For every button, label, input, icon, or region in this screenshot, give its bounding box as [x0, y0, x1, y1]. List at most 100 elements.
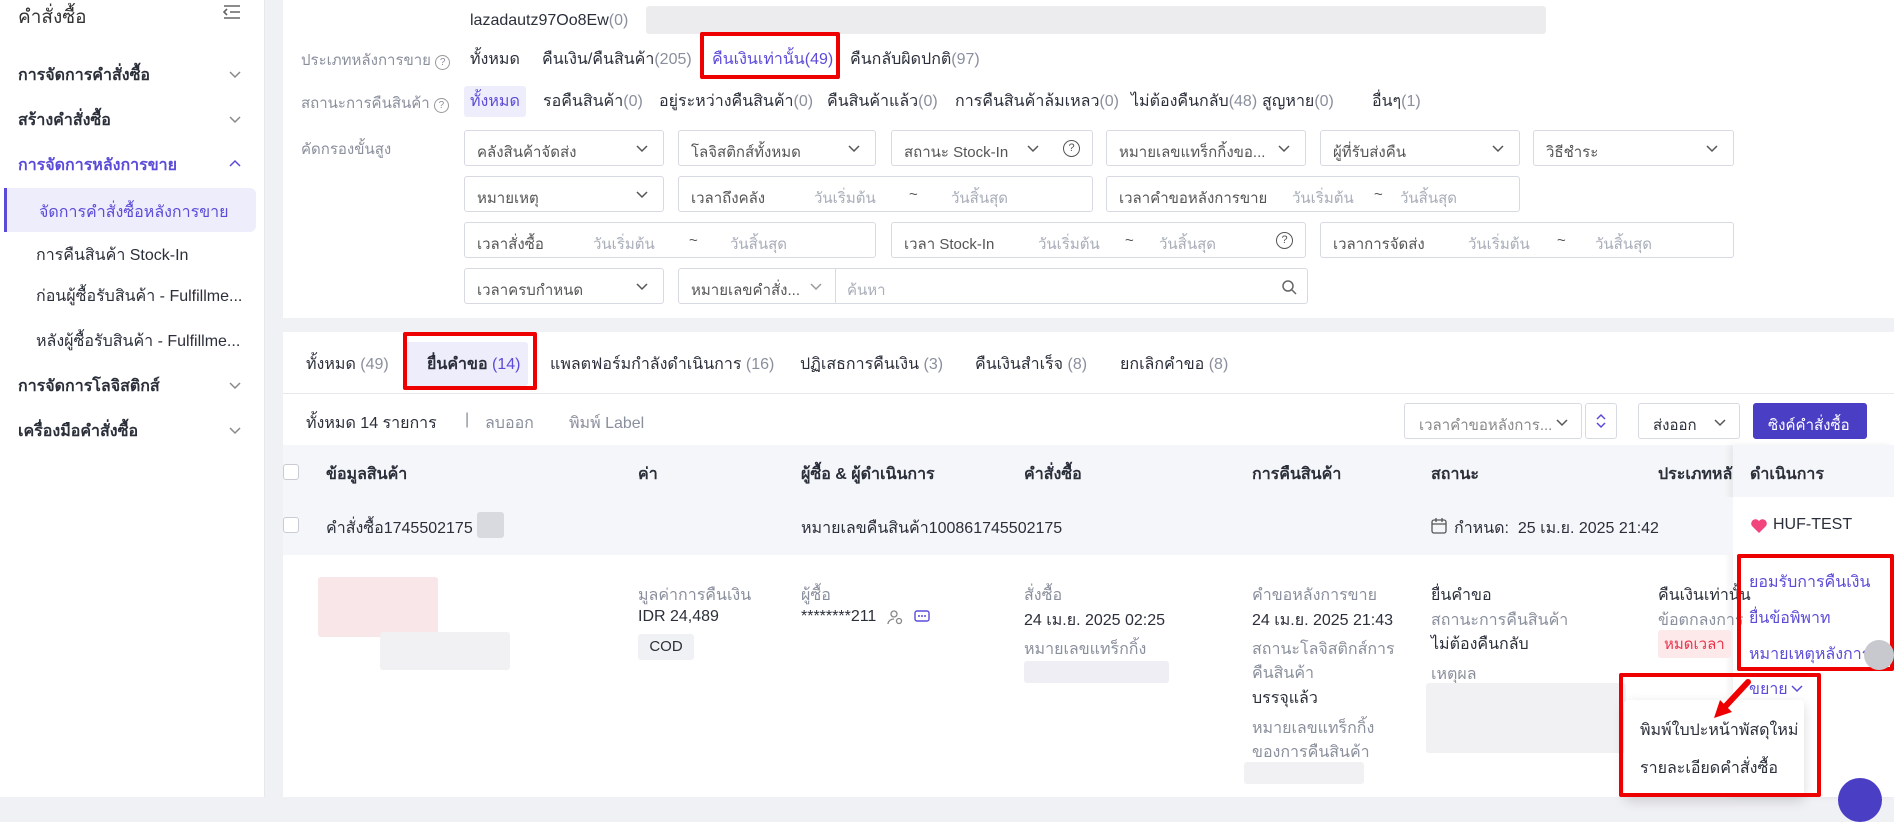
tab-cancelled[interactable]: ยกเลิกคำขอ (8)	[1120, 352, 1228, 377]
warehouse-select[interactable]: คลังสินค้าจัดส่ง	[464, 130, 664, 166]
return-status-lost[interactable]: สูญหาย(0)	[1262, 89, 1334, 114]
tracking-number-select[interactable]: หมายเลขแทร็กกิ้งขอ...	[1106, 130, 1306, 166]
due-date: กำหนด: 25 เม.ย. 2025 21:42	[1454, 520, 1659, 537]
return-number: หมายเลขคืนสินค้า100861745502175	[801, 520, 1063, 537]
chevron-down-icon[interactable]	[809, 279, 823, 293]
blurred-accounts	[646, 6, 1546, 34]
buyer-id: ********211	[801, 608, 877, 625]
chevron-down-icon	[636, 283, 648, 291]
column-header-value: ค่า	[638, 466, 658, 483]
user-settings-icon[interactable]	[887, 609, 903, 625]
scroll-handle[interactable]	[1864, 640, 1894, 670]
chevron-down-icon	[848, 145, 860, 153]
request-time: 24 เม.ย. 2025 21:43	[1252, 612, 1394, 629]
collapse-menu-icon[interactable]	[222, 4, 242, 20]
chevron-down-icon	[1714, 419, 1726, 427]
column-header-product: ข้อมูลสินค้า	[326, 466, 408, 483]
calendar-icon	[1431, 518, 1447, 534]
status-value: ยื่นคำขอ	[1431, 587, 1492, 604]
reason-select[interactable]: หมายเหตุ	[464, 176, 664, 212]
sidebar-item-after-sales-orders[interactable]: จัดการคำสั่งซื้อหลังการขาย	[4, 188, 256, 232]
column-header-return: การคืนสินค้า	[1252, 466, 1342, 483]
return-status-returned[interactable]: คืนสินค้าแล้ว(0)	[827, 89, 938, 114]
total-count: ทั้งหมด 14 รายการ	[306, 415, 437, 432]
chevron-down-icon[interactable]	[228, 423, 242, 437]
tab-platform-processing[interactable]: แพลตฟอร์มกำลังดำเนินการ (16)	[550, 352, 774, 377]
tab-all[interactable]: ทั้งหมด (49)	[306, 352, 389, 377]
sale-type-abnormal[interactable]: คืนกลับผิดปกติ(97)	[850, 47, 980, 72]
return-status-failed[interactable]: การคืนสินค้าล้มเหลว(0)	[955, 89, 1119, 114]
return-tracking-blurred	[1244, 762, 1364, 784]
search-icon[interactable]	[1281, 279, 1297, 295]
ship-time-range[interactable]: เวลาการจัดส่ง วันเริ่มต้น ~ วันสิ้นสุด	[1320, 222, 1734, 258]
tracking-number-blurred[interactable]	[1024, 661, 1169, 683]
chevron-up-icon[interactable]	[228, 157, 242, 171]
column-header-order: คำสั่งซื้อ	[1024, 466, 1082, 483]
sidebar-item-stock-in-returns[interactable]: การคืนสินค้า Stock-In	[36, 243, 188, 268]
column-header-actions: ดำเนินการ	[1750, 466, 1824, 483]
return-status-waiting[interactable]: รอคืนสินค้า(0)	[543, 89, 643, 114]
tracking-label: หมายเลขแทร็กกิ้ง	[1024, 641, 1147, 658]
print-label-button[interactable]: พิมพ์ Label	[569, 411, 644, 436]
export-button[interactable]: ส่งออก	[1638, 403, 1740, 439]
search-input[interactable]: ค้นหา	[847, 278, 886, 302]
warehouse-time-range[interactable]: เวลาถึงคลัง วันเริ่มต้น ~ วันสิ้นสุด	[678, 176, 1093, 212]
payment-badge: COD	[638, 634, 694, 660]
request-time-range[interactable]: เวลาคำขอหลังการขาย วันเริ่มต้น ~ วันสิ้นสุด	[1106, 176, 1520, 212]
help-icon[interactable]: ?	[1276, 232, 1293, 249]
chat-bubble-button[interactable]	[1838, 778, 1882, 822]
return-status-in-progress[interactable]: อยู่ระหว่างคืนสินค้า(0)	[659, 89, 813, 114]
delete-button[interactable]: ลบออก	[485, 411, 534, 436]
sort-select[interactable]: เวลาคำขอหลังการ...	[1404, 403, 1582, 439]
return-status-no-return[interactable]: ไม่ต้องคืนกลับ(48)	[1131, 89, 1257, 114]
refund-value-label: มูลค่าการคืนเงิน	[638, 587, 752, 604]
return-status-other[interactable]: อื่นๆ(1)	[1372, 89, 1421, 114]
column-header-status: สถานะ	[1431, 466, 1479, 483]
sidebar-item-before-receipt[interactable]: ก่อนผู้ซื้อรับสินค้า - Fulfillme...	[36, 284, 242, 309]
product-image	[318, 577, 438, 637]
sale-type-label: ประเภทหลังการขาย ?	[301, 48, 451, 72]
copy-icon[interactable]	[477, 512, 504, 538]
advanced-filter-label: คัดกรองขั้นสูง	[301, 141, 392, 158]
order-time-range[interactable]: เวลาสั่งซื้อ วันเริ่มต้น ~ วันสิ้นสุด	[464, 222, 876, 258]
highlight-box	[700, 32, 840, 79]
chevron-down-icon	[1556, 419, 1568, 427]
sidebar-group-create-order[interactable]: สร้างคำสั่งซื้อ	[18, 108, 111, 133]
chevron-down-icon	[1492, 145, 1504, 153]
sidebar-item-after-receipt[interactable]: หลังผู้ซื้อรับสินค้า - Fulfillme...	[36, 329, 240, 354]
return-status-all[interactable]: ทั้งหมด	[464, 86, 526, 117]
reason-blurred	[1426, 683, 1626, 753]
sidebar-group-order-management[interactable]: การจัดการคำสั่งซื้อ	[18, 63, 150, 88]
help-icon[interactable]: ?	[435, 55, 451, 70]
expired-badge: หมดเวลา	[1658, 630, 1731, 658]
account-chip[interactable]: lazadautz97Oo8Ew(0)	[470, 12, 628, 30]
stockin-status-select[interactable]: สถานะ Stock-In?	[891, 130, 1093, 166]
sort-order-button[interactable]	[1585, 403, 1617, 439]
order-search-group[interactable]: หมายเลขคำสั่ง... ค้นหา	[678, 268, 1308, 304]
help-icon[interactable]: ?	[1063, 140, 1080, 157]
sync-orders-button[interactable]: ซิงค์คำสั่งซื้อ	[1753, 403, 1867, 439]
return-status-label: สถานะการคืนสินค้า	[1431, 612, 1569, 629]
payment-select[interactable]: วิธีชำระ	[1533, 130, 1734, 166]
select-all-checkbox[interactable]	[283, 464, 299, 480]
sidebar-group-logistics[interactable]: การจัดการโลจิสติกส์	[18, 374, 160, 399]
logistics-select[interactable]: โลจิสติกส์ทั้งหมด	[678, 130, 876, 166]
chevron-down-icon	[636, 191, 648, 199]
return-receiver-select[interactable]: ผู้ที่รับส่งคืน	[1320, 130, 1520, 166]
sale-type-refund-return[interactable]: คืนเงิน/คืนสินค้า(205)	[542, 47, 692, 72]
order-checkbox[interactable]	[283, 517, 299, 533]
tab-refund-rejected[interactable]: ปฏิเสธการคืนเงิน (3)	[800, 352, 943, 377]
chevron-down-icon[interactable]	[228, 67, 242, 81]
sidebar: คำสั่งซื้อ การจัดการคำสั่งซื้อ สร้างคำสั…	[0, 0, 265, 797]
stockin-time-range[interactable]: เวลา Stock-In วันเริ่มต้น ~ วันสิ้นสุด?	[891, 222, 1306, 258]
chat-icon[interactable]	[914, 609, 930, 625]
sidebar-group-order-tools[interactable]: เครื่องมือคำสั่งซื้อ	[18, 419, 138, 444]
chevron-down-icon[interactable]	[228, 112, 242, 126]
sidebar-group-after-sales[interactable]: การจัดการหลังการขาย	[18, 153, 177, 178]
chevron-down-icon[interactable]	[228, 378, 242, 392]
sort-icon	[1596, 413, 1606, 429]
help-icon[interactable]: ?	[433, 98, 449, 113]
sale-type-all[interactable]: ทั้งหมด	[470, 47, 520, 72]
tab-refund-success[interactable]: คืนเงินสำเร็จ (8)	[975, 352, 1087, 377]
due-time-select[interactable]: เวลาครบกำหนด	[464, 268, 664, 304]
